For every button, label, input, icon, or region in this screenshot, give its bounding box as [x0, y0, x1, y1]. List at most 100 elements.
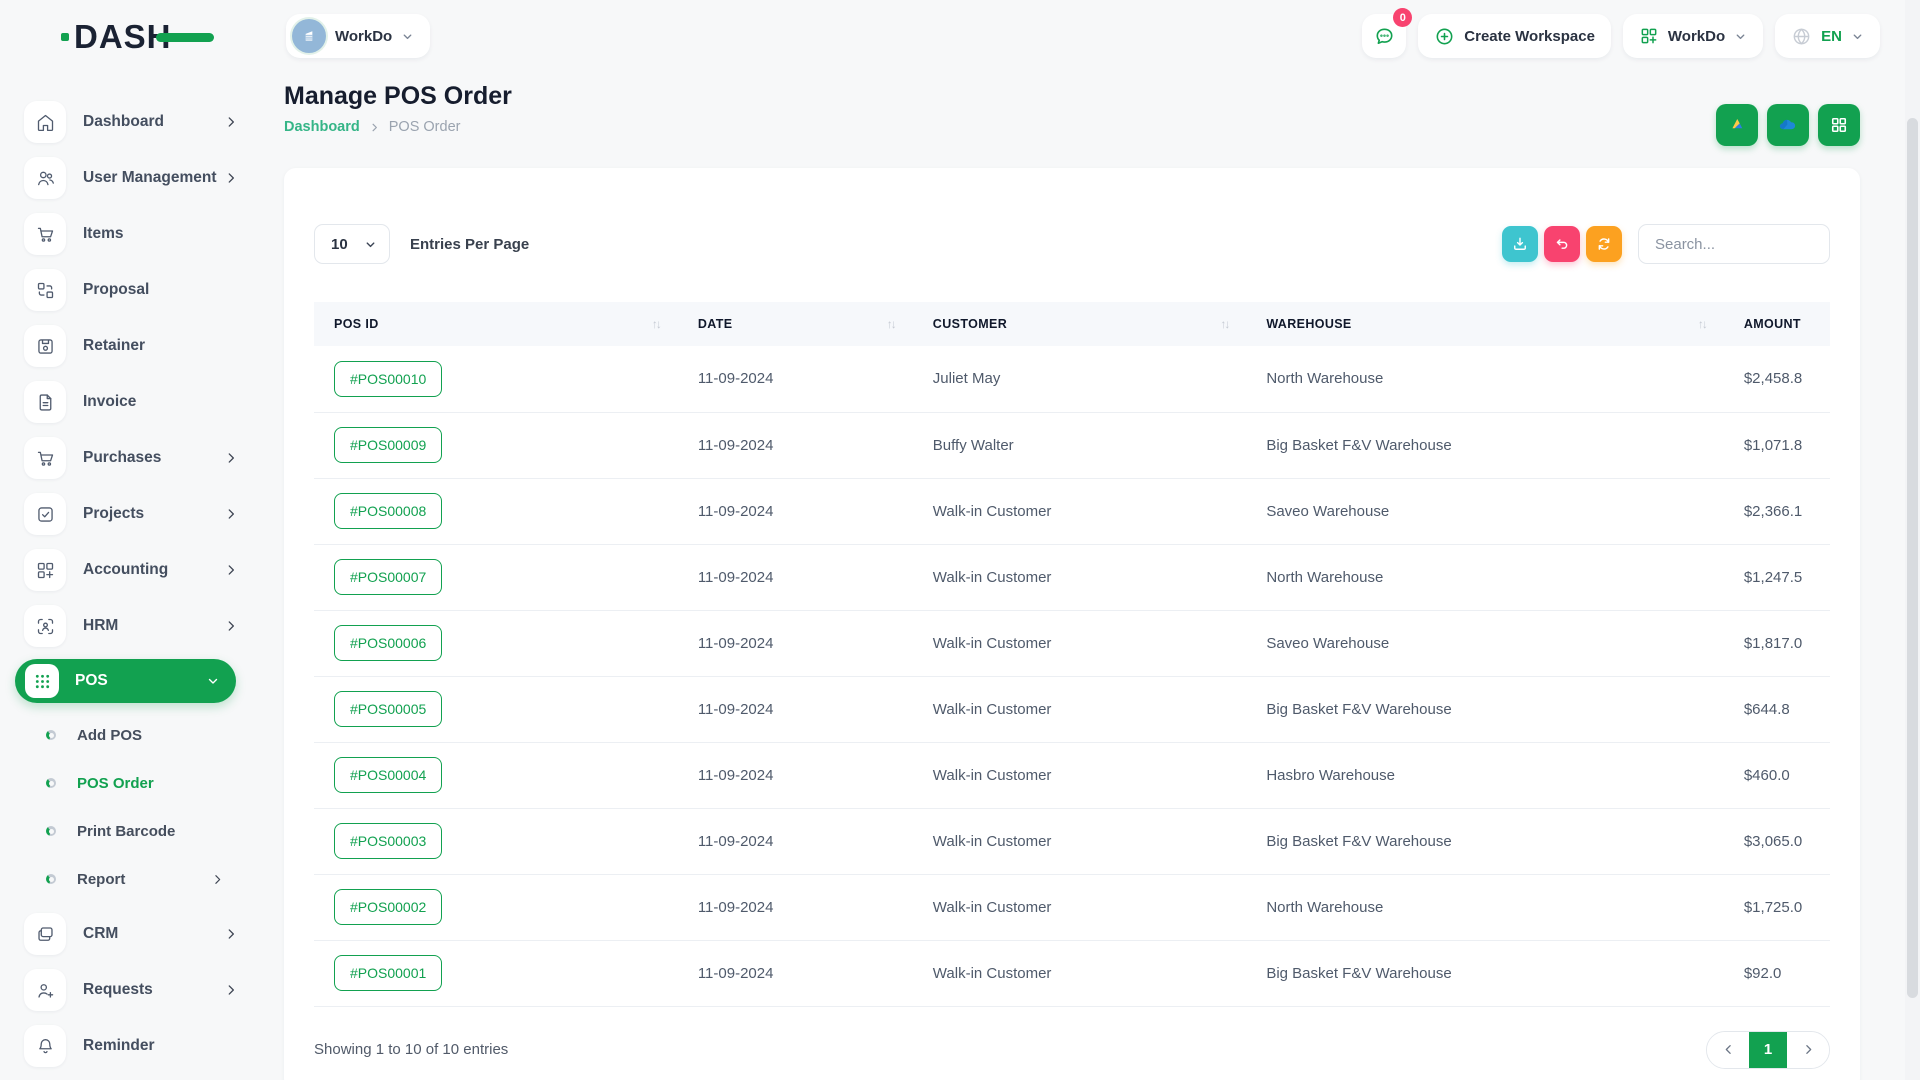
sort-icon[interactable]: ↑↓ [1698, 317, 1706, 331]
sidebar-subitem-pos-order[interactable]: POS Order [46, 763, 224, 803]
amount-cell: $1,725.0 [1724, 874, 1830, 940]
pos-id-badge[interactable]: #POS00004 [334, 757, 442, 793]
sidebar-item-dashboard[interactable]: Dashboard [24, 99, 238, 145]
table-row: #POS00003 11-09-2024 Walk-in Customer Bi… [314, 808, 1830, 874]
pos-table-body: #POS00010 11-09-2024 Juliet May North Wa… [314, 346, 1830, 1006]
scrollbar-thumb[interactable] [1907, 118, 1918, 998]
sort-icon[interactable]: ↑↓ [887, 317, 895, 331]
sidebar-item-purchases[interactable]: Purchases [24, 435, 238, 481]
pos-id-badge[interactable]: #POS00001 [334, 955, 442, 991]
date-cell: 11-09-2024 [678, 874, 913, 940]
pos-id-cell: #POS00009 [314, 412, 678, 478]
sidebar-item-requests[interactable]: Requests [24, 967, 238, 1013]
table-row: #POS00001 11-09-2024 Walk-in Customer Bi… [314, 940, 1830, 1006]
sidebar-item-proposal[interactable]: Proposal [24, 267, 238, 313]
check-square-icon [24, 493, 66, 535]
undo-button[interactable] [1544, 226, 1580, 262]
sidebar-item-hrm[interactable]: HRM [24, 603, 238, 649]
column-header-customer[interactable]: CUSTOMER↑↓ [913, 302, 1247, 346]
entries-per-page-value: 10 [331, 236, 348, 253]
sidebar-item-retainer[interactable]: Retainer [24, 323, 238, 369]
bullet-icon [46, 778, 56, 788]
sidebar-item-label: POS [75, 672, 108, 690]
pos-id-badge[interactable]: #POS00003 [334, 823, 442, 859]
onedrive-button[interactable] [1767, 104, 1809, 146]
sidebar-item-label: HRM [83, 617, 118, 635]
amount-cell: $1,247.5 [1724, 544, 1830, 610]
grid-plus-icon [24, 549, 66, 591]
sort-icon[interactable]: ↑↓ [1220, 317, 1228, 331]
entries-per-page-select[interactable]: 10 [314, 224, 390, 264]
amount-cell: $644.8 [1724, 676, 1830, 742]
pos-order-card: 10 Entries Per Page [284, 168, 1860, 1080]
workspace-selector[interactable]: WorkDo [286, 14, 430, 58]
breadcrumb-dashboard-link[interactable]: Dashboard [284, 119, 360, 135]
next-page-button[interactable] [1787, 1032, 1829, 1068]
sidebar-item-invoice[interactable]: Invoice [24, 379, 238, 425]
google-drive-button[interactable] [1716, 104, 1758, 146]
sidebar-item-label: Invoice [83, 393, 136, 411]
warehouse-cell: Big Basket F&V Warehouse [1246, 808, 1724, 874]
column-header-pos-id[interactable]: POS ID↑↓ [314, 302, 678, 346]
workdo-menu-button[interactable]: WorkDo [1623, 14, 1763, 58]
sidebar-subitem-add-pos[interactable]: Add POS [46, 715, 224, 755]
dash-logo[interactable]: DASH [74, 18, 172, 56]
chevron-down-icon [401, 30, 414, 43]
table-actions [1502, 224, 1830, 264]
sidebar-item-label: Dashboard [83, 113, 164, 131]
pos-id-badge[interactable]: #POS00010 [334, 361, 442, 397]
export-button[interactable] [1502, 226, 1538, 262]
sidebar-item-projects[interactable]: Projects [24, 491, 238, 537]
create-workspace-button[interactable]: Create Workspace [1418, 14, 1611, 58]
previous-page-button[interactable] [1707, 1032, 1749, 1068]
sidebar-item-accounting[interactable]: Accounting [24, 547, 238, 593]
pos-id-cell: #POS00001 [314, 940, 678, 1006]
grid-plus-icon [1639, 26, 1659, 46]
sidebar-item-crm[interactable]: CRM [24, 911, 238, 957]
globe-icon [1791, 26, 1812, 47]
refresh-button[interactable] [1586, 226, 1622, 262]
sort-icon[interactable]: ↑↓ [652, 317, 660, 331]
sidebar-subitem-print-barcode[interactable]: Print Barcode [46, 811, 224, 851]
scrollbar-track[interactable] [1905, 0, 1920, 1080]
pos-id-badge[interactable]: #POS00002 [334, 889, 442, 925]
dots-grid-icon [25, 664, 59, 698]
table-row: #POS00009 11-09-2024 Buffy Walter Big Ba… [314, 412, 1830, 478]
sidebar-item-label: Items [83, 225, 124, 243]
sidebar-subitem-report[interactable]: Report [46, 859, 224, 899]
sidebar-item-pos[interactable]: POS [15, 659, 236, 703]
pos-id-badge[interactable]: #POS00007 [334, 559, 442, 595]
search-input[interactable] [1638, 224, 1830, 264]
pos-id-cell: #POS00004 [314, 742, 678, 808]
pos-id-badge[interactable]: #POS00005 [334, 691, 442, 727]
google-drive-icon [1726, 114, 1748, 136]
sidebar-item-user-management[interactable]: User Management [24, 155, 238, 201]
sidebar-item-label: Purchases [83, 449, 161, 467]
date-cell: 11-09-2024 [678, 742, 913, 808]
customer-cell: Walk-in Customer [913, 940, 1247, 1006]
column-header-date[interactable]: DATE↑↓ [678, 302, 913, 346]
page-number-active[interactable]: 1 [1749, 1032, 1787, 1068]
column-header-amount[interactable]: AMOUNT [1724, 302, 1830, 346]
sidebar-item-label: Proposal [83, 281, 149, 299]
amount-cell: $460.0 [1724, 742, 1830, 808]
grid-icon [1829, 115, 1849, 135]
chevron-right-icon [224, 451, 238, 465]
sidebar-item-label: CRM [83, 925, 118, 943]
pos-id-badge[interactable]: #POS00008 [334, 493, 442, 529]
sidebar-item-reminder[interactable]: Reminder [24, 1023, 238, 1069]
column-header-warehouse[interactable]: WAREHOUSE↑↓ [1246, 302, 1724, 346]
topbar: DASH WorkDo 0 Create Workspace [0, 0, 1920, 72]
plus-circle-icon [1434, 26, 1455, 47]
pos-id-badge[interactable]: #POS00006 [334, 625, 442, 661]
messages-button[interactable]: 0 [1362, 14, 1406, 58]
page-title: Manage POS Order [284, 82, 512, 111]
language-selector[interactable]: EN [1775, 14, 1880, 58]
date-cell: 11-09-2024 [678, 676, 913, 742]
sidebar-item-items[interactable]: Items [24, 211, 238, 257]
pos-id-cell: #POS00002 [314, 874, 678, 940]
amount-cell: $2,366.1 [1724, 478, 1830, 544]
pos-id-badge[interactable]: #POS00009 [334, 427, 442, 463]
grid-view-button[interactable] [1818, 104, 1860, 146]
breadcrumb: Dashboard POS Order [284, 119, 512, 135]
